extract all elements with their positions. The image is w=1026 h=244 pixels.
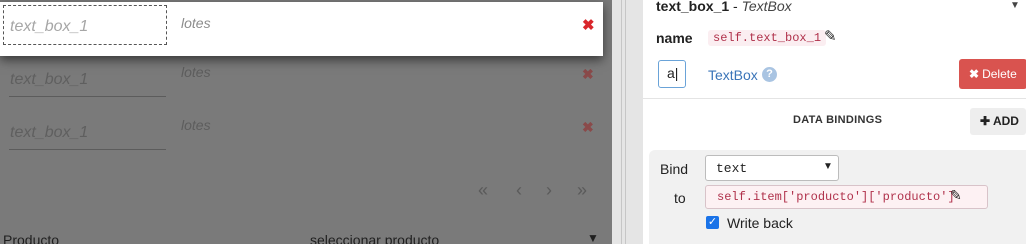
binding-card: Bind text ▼ to self.item['producto']['pr… <box>649 150 1026 244</box>
name-value: self.text_box_1 <box>708 30 827 46</box>
delete-button[interactable]: ✖ Delete <box>959 59 1026 89</box>
textbox-type-icon: a| <box>658 60 686 88</box>
design-canvas[interactable]: text_box_1 lotes ✖ text_box_1 lotes ✖ te… <box>0 0 612 244</box>
help-icon[interactable]: ? <box>762 67 777 82</box>
repeating-row[interactable]: text_box_1 lotes ✖ <box>0 52 612 104</box>
bind-property-select[interactable]: text ▼ <box>705 155 839 181</box>
component-name: text_box_1 <box>656 0 730 14</box>
pencil-icon[interactable]: ✎ <box>950 187 962 204</box>
first-page-icon[interactable]: « <box>478 180 488 201</box>
chevron-down-icon: ▼ <box>823 161 833 172</box>
text-box[interactable]: text_box_1 <box>9 119 166 150</box>
text-box-placeholder: text_box_1 <box>10 71 89 88</box>
text-box-placeholder: text_box_1 <box>10 124 89 141</box>
text-cursor-icon: a| <box>667 65 679 81</box>
producto-dropdown[interactable]: seleccionar producto <box>310 232 439 244</box>
pagination: « ‹ › » <box>478 180 593 200</box>
splitter-line <box>625 0 626 244</box>
bind-label: Bind <box>660 161 689 177</box>
text-box[interactable]: text_box_1 <box>9 66 166 97</box>
repeating-row[interactable]: text_box_1 lotes ✖ <box>0 105 612 157</box>
chevron-down-icon[interactable]: ▼ <box>587 231 599 244</box>
to-label: to <box>674 190 686 206</box>
prev-page-icon[interactable]: ‹ <box>516 180 522 201</box>
panel-splitter[interactable] <box>612 0 643 244</box>
panel-title: text_box_1 - TextBox <box>656 0 792 14</box>
binding-expression: self.item['producto']['producto'] <box>717 190 955 204</box>
selected-row[interactable]: text_box_1 lotes ✖ <box>0 2 603 56</box>
binding-expression-field[interactable]: self.item['producto']['producto'] <box>705 185 988 209</box>
title-separator: - <box>729 0 742 14</box>
pencil-icon[interactable]: ✎ <box>824 27 837 45</box>
collapse-icon[interactable]: ▼ <box>1010 0 1020 11</box>
component-type: TextBox <box>741 0 792 14</box>
properties-panel: text_box_1 - TextBox ▼ name self.text_bo… <box>643 0 1026 244</box>
close-icon: ✖ <box>969 67 980 81</box>
delete-row-icon[interactable]: ✖ <box>582 119 594 136</box>
next-page-icon[interactable]: › <box>546 180 552 201</box>
delete-label: Delete <box>982 67 1017 81</box>
lotes-label: lotes <box>181 15 211 31</box>
writeback-label[interactable]: Write back <box>727 215 793 231</box>
delete-row-icon[interactable]: ✖ <box>582 16 595 34</box>
data-bindings-header: DATA BINDINGS <box>793 114 883 126</box>
type-link[interactable]: TextBox <box>708 67 758 83</box>
add-binding-button[interactable]: ✚ ADD <box>970 108 1026 135</box>
lotes-label: lotes <box>181 117 211 133</box>
last-page-icon[interactable]: » <box>577 180 587 201</box>
delete-row-icon[interactable]: ✖ <box>582 66 594 83</box>
name-label: name <box>656 30 693 46</box>
splitter-line <box>621 0 622 244</box>
writeback-checkbox[interactable]: ✓ <box>706 216 719 229</box>
divider <box>643 98 1026 99</box>
producto-label: Producto <box>3 232 60 244</box>
text-box-placeholder: text_box_1 <box>10 18 89 35</box>
lotes-label: lotes <box>181 64 211 80</box>
add-label: ADD <box>992 114 1019 128</box>
bind-property-value: text <box>716 161 748 176</box>
plus-icon: ✚ <box>980 114 991 128</box>
selected-text-box[interactable]: text_box_1 <box>3 5 167 45</box>
